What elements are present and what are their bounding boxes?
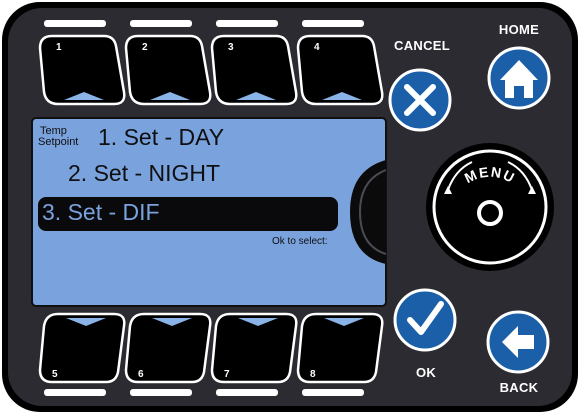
softkey-1-number: 1 [56,42,62,53]
context-label-line2: Setpoint [38,136,79,148]
softkey-3-number: 3 [228,42,234,53]
menu-item-3-selected[interactable]: 3. Set - DIF [42,199,160,226]
home-button[interactable] [487,46,551,110]
indicator-bar-3 [216,20,278,27]
softkey-5-number: 5 [52,369,58,380]
back-label: BACK [499,380,539,395]
softkey-2[interactable] [124,34,212,106]
cancel-button[interactable] [388,68,452,132]
softkey-1[interactable] [38,34,126,106]
indicator-bar-7 [216,389,278,396]
menu-wheel[interactable] [426,143,554,271]
back-button[interactable] [486,310,550,374]
softkey-7-number: 7 [224,369,230,380]
cancel-label: CANCEL [394,38,450,53]
indicator-bar-4 [302,20,364,27]
indicator-bar-5 [44,389,106,396]
ok-label: OK [415,365,437,380]
ok-to-select-hint: Ok to select: [272,236,328,247]
indicator-bar-8 [302,389,364,396]
softkey-3[interactable] [210,34,298,106]
indicator-bar-6 [130,389,192,396]
ok-button[interactable] [393,288,457,352]
softkey-8-number: 8 [310,369,316,380]
softkey-4[interactable] [296,34,384,106]
softkey-6-number: 6 [138,369,144,380]
indicator-bar-1 [44,20,106,27]
controller-panel: 1 2 3 4 5 6 7 8 CANCEL HOME OK BACK MENU… [0,0,580,414]
menu-item-1[interactable]: 1. Set - DAY [98,124,224,151]
indicator-bar-2 [130,20,192,27]
home-label: HOME [498,22,540,37]
menu-item-2[interactable]: 2. Set - NIGHT [68,160,220,187]
softkey-2-number: 2 [142,42,148,53]
softkey-4-number: 4 [314,42,320,53]
